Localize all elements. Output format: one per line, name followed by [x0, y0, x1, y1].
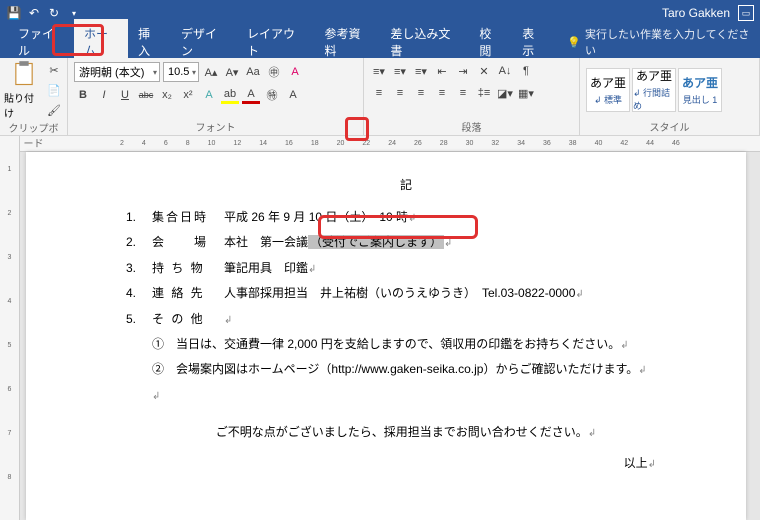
para-mark-icon: ↲: [620, 340, 628, 351]
workspace: 12345678 2468101214161820222426283032343…: [0, 136, 760, 520]
text-effects-icon[interactable]: A: [200, 86, 218, 104]
change-case-icon[interactable]: Aa: [244, 63, 262, 81]
align-left-icon[interactable]: ≡: [370, 84, 388, 102]
doc-sub-2: ② 会場案内図はホームページ（http://www.gaken-seika.co…: [152, 359, 686, 379]
tab-view[interactable]: 表示: [512, 19, 555, 65]
doc-sub-1: ① 当日は、交通費一律 2,000 円を支給しますので、領収用の印鑑をお持ちくだ…: [152, 334, 686, 354]
list-item: 5.そ の 他↲: [126, 309, 686, 329]
list-item: 4.連 絡 先人事部採用担当 井上祐樹（いのうえゆうき） Tel.03-0822…: [126, 283, 686, 303]
ribbon: 貼り付け ✂ 📄 🖌 クリップボード 游明朝 (本文) 10.5 A▴ A▾ A…: [0, 58, 760, 136]
style-heading1[interactable]: あア亜見出し 1: [678, 68, 722, 112]
style-name: ↲ 標準: [594, 93, 622, 106]
strike-button[interactable]: abc: [137, 86, 155, 104]
grow-font-icon[interactable]: A▴: [202, 63, 220, 81]
style-sample: あア亜: [682, 74, 718, 91]
style-nospacing[interactable]: あア亜 ↲ 行間詰め: [632, 68, 676, 112]
group-paragraph: ≡▾ ≡▾ ≡▾ ⇤ ⇥ ✕ A↓ ¶ ≡ ≡ ≡ ≡ ≡ ‡≡ ◪▾ ▦▾ 段…: [364, 58, 580, 135]
para-mark-icon: ↲: [648, 459, 656, 470]
style-name: 見出し 1: [683, 93, 718, 106]
format-painter-icon[interactable]: 🖌: [45, 101, 63, 119]
style-sample: あア亜: [636, 67, 672, 84]
bold-button[interactable]: B: [74, 86, 92, 104]
group-label-clipboard: クリップボード: [4, 120, 63, 136]
paste-label: 貼り付け: [4, 90, 43, 120]
phonetic-guide-icon[interactable]: ㊥: [265, 63, 283, 81]
para-mark-icon: ↲: [588, 428, 596, 439]
group-clipboard: 貼り付け ✂ 📄 🖌 クリップボード: [0, 58, 68, 135]
superscript-button[interactable]: x²: [179, 86, 197, 104]
bulb-icon: 💡: [567, 36, 581, 49]
subscript-button[interactable]: x₂: [158, 86, 176, 104]
style-normal[interactable]: あア亜 ↲ 標準: [586, 68, 630, 112]
enclose-char-icon[interactable]: ㊕: [263, 86, 281, 104]
highlight-color-icon[interactable]: ab: [221, 86, 239, 104]
ribbon-options-icon[interactable]: ▭: [738, 5, 754, 21]
list-item: 2.会 場本社 第一会議（受付でご案内します）↲: [126, 232, 686, 252]
page[interactable]: 記 1.集合日時平成 26 年 9 月 10 日（土） 10 時↲ 2.会 場本社…: [26, 152, 746, 520]
doc-closing: ご不明な点がございましたら、採用担当までお問い合わせください。↲: [126, 423, 686, 440]
justify-icon[interactable]: ≡: [433, 84, 451, 102]
tell-me[interactable]: 💡 実行したい作業を入力してください: [567, 26, 752, 58]
user-name: Taro Gakken: [662, 6, 730, 20]
tell-me-text: 実行したい作業を入力してください: [585, 26, 752, 58]
doc-ijo: 以上↲: [126, 454, 686, 471]
font-color-icon[interactable]: A: [242, 86, 260, 104]
line-spacing-icon[interactable]: ‡≡: [475, 84, 493, 102]
paste-button[interactable]: 貼り付け: [4, 60, 43, 120]
document-area: 2468101214161820222426283032343638404244…: [20, 136, 760, 520]
distribute-icon[interactable]: ≡: [454, 84, 472, 102]
vertical-ruler: 12345678: [0, 136, 20, 520]
shading-icon[interactable]: ◪▾: [496, 84, 514, 102]
para-mark-icon: ↲: [638, 365, 646, 376]
italic-button[interactable]: I: [95, 86, 113, 104]
horizontal-ruler: 2468101214161820222426283032343638404244…: [20, 136, 760, 152]
list-item: 1.集合日時平成 26 年 9 月 10 日（土） 10 時↲: [126, 207, 686, 227]
group-styles: あア亜↲ 標準 あア亜↲ 行間詰め あア亜見出し 1 スタイル: [580, 58, 760, 135]
font-name-select[interactable]: 游明朝 (本文): [74, 62, 160, 82]
align-center-icon[interactable]: ≡: [391, 84, 409, 102]
tab-mailings[interactable]: 差し込み文書: [380, 19, 469, 65]
list-item: 3.持 ち 物筆記用具 印鑑↲: [126, 258, 686, 278]
group-label-font: フォント: [72, 119, 359, 135]
selected-text[interactable]: （受付でご案内します）: [308, 235, 444, 249]
group-label-paragraph: 段落: [368, 119, 575, 135]
char-border-icon[interactable]: A: [284, 86, 302, 104]
style-sample: あア亜: [590, 74, 626, 91]
group-label-styles: スタイル: [584, 119, 755, 135]
tab-file[interactable]: ファイル: [8, 19, 74, 65]
group-font: 游明朝 (本文) 10.5 A▴ A▾ Aa ㊥ A B I U abc x₂ …: [68, 58, 364, 135]
tab-review[interactable]: 校閲: [469, 19, 512, 65]
borders-icon[interactable]: ▦▾: [517, 84, 535, 102]
copy-icon[interactable]: 📄: [45, 81, 63, 99]
style-name: ↲ 行間詰め: [633, 86, 675, 112]
font-size-select[interactable]: 10.5: [163, 62, 199, 82]
doc-heading: 記: [126, 176, 686, 193]
para-mark-icon: ↲: [152, 391, 160, 402]
shrink-font-icon[interactable]: A▾: [223, 63, 241, 81]
empty-para: ↲: [152, 385, 686, 405]
underline-button[interactable]: U: [116, 86, 134, 104]
ribbon-tabs: ファイル ホーム 挿入 デザイン レイアウト 参考資料 差し込み文書 校閲 表示…: [0, 26, 760, 58]
clear-format-icon[interactable]: A: [286, 63, 304, 81]
align-right-icon[interactable]: ≡: [412, 84, 430, 102]
